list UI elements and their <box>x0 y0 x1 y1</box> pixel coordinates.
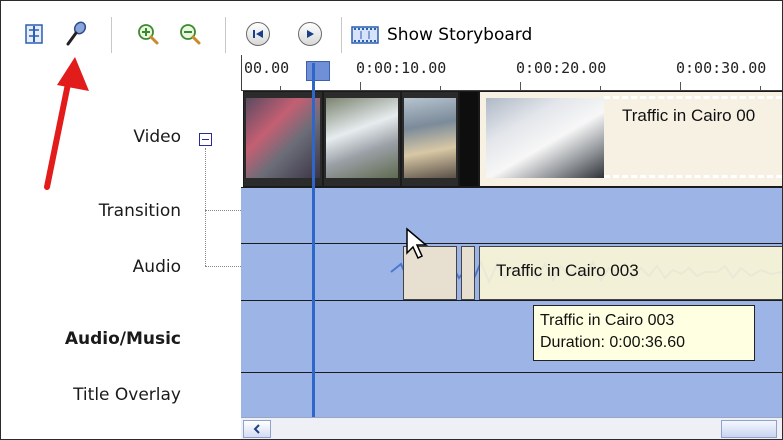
video-thumbnail <box>326 98 398 178</box>
chevron-left-icon <box>253 424 260 434</box>
play-icon <box>307 30 314 38</box>
storyboard-label: Show Storyboard <box>387 25 533 45</box>
ruler-tick <box>520 82 521 90</box>
timeline-toolbar: Show Storyboard <box>1 1 782 55</box>
video-clip[interactable] <box>323 91 401 187</box>
audio-track[interactable]: Traffic in Cairo 003 <box>241 244 782 301</box>
tooltip-clip-name: Traffic in Cairo 003 <box>540 312 675 329</box>
rewind-button[interactable] <box>245 21 271 47</box>
ruler-tick <box>600 86 601 90</box>
ruler-tick <box>680 82 681 90</box>
mouse-cursor-icon <box>406 227 429 260</box>
time-ruler[interactable]: 00.00 0:00:10.00 0:00:20.00 0:00:30.00 <box>241 55 782 91</box>
collapse-video-track-button[interactable] <box>199 133 212 146</box>
transition-track-label: Transition <box>98 201 181 221</box>
video-thumbnail <box>486 98 604 178</box>
title-overlay-track-label: Title Overlay <box>73 385 181 405</box>
ruler-label: 0:00:20.00 <box>516 59 607 77</box>
storyboard-icon <box>351 26 379 44</box>
clip-tooltip: Traffic in Cairo 003 Duration: 0:00:36.6… <box>533 305 755 361</box>
timeline-area[interactable]: 00.00 0:00:10.00 0:00:20.00 0:00:30.00 T… <box>241 55 782 439</box>
ruler-tick <box>360 82 361 90</box>
play-button[interactable] <box>297 21 323 47</box>
transition-track[interactable] <box>241 188 782 244</box>
audio-levels-icon <box>25 24 43 44</box>
show-storyboard-button[interactable]: Show Storyboard <box>351 21 532 49</box>
zoom-in-icon <box>138 24 159 45</box>
zoom-out-icon <box>180 24 201 45</box>
audio-clip-title: Traffic in Cairo 003 <box>496 261 639 280</box>
video-track-label: Video <box>133 127 181 147</box>
video-clip[interactable]: Traffic in Cairo 00 <box>479 91 782 187</box>
ruler-label: 0:00:30.00 <box>676 59 767 77</box>
video-thumbnail <box>404 98 456 178</box>
video-clip[interactable] <box>401 91 459 187</box>
scroll-thumb[interactable] <box>721 420 777 438</box>
scroll-left-button[interactable] <box>243 420 271 438</box>
clip-dashed-border <box>604 96 782 99</box>
set-audio-levels-button[interactable] <box>21 21 47 47</box>
video-clip-title: Traffic in Cairo 00 <box>622 106 756 125</box>
video-clip[interactable] <box>459 91 479 187</box>
ruler-tick <box>280 86 281 90</box>
microphone-icon <box>66 21 87 46</box>
video-thumbnail <box>246 98 320 178</box>
audio-track-label: Audio <box>132 257 181 277</box>
toolbar-separator <box>341 17 342 53</box>
tooltip-duration: Duration: 0:00:36.60 <box>540 334 685 351</box>
movie-maker-timeline-window: Show Storyboard Video Transition Audio A… <box>0 0 783 440</box>
narrate-timeline-button[interactable] <box>63 21 89 47</box>
tree-connector <box>205 266 241 267</box>
ruler-tick <box>760 86 761 90</box>
clip-dashed-border <box>604 175 782 178</box>
tree-connector <box>205 148 206 266</box>
toolbar-separator <box>111 17 112 53</box>
audio-music-track-label: Audio/Music <box>64 329 181 349</box>
tree-connector <box>205 210 241 211</box>
track-labels-panel: Video Transition Audio Audio/Music Title… <box>1 55 241 439</box>
rewind-icon <box>253 30 263 38</box>
ruler-tick <box>440 86 441 90</box>
ruler-label: 00.00 <box>244 59 290 77</box>
toolbar-separator <box>225 17 226 53</box>
audio-clip[interactable]: Traffic in Cairo 003 <box>479 246 782 300</box>
horizontal-scrollbar[interactable] <box>241 417 782 439</box>
playhead-marker[interactable] <box>306 61 330 81</box>
zoom-in-button[interactable] <box>135 21 161 47</box>
title-overlay-track[interactable] <box>241 373 782 421</box>
video-track[interactable]: Traffic in Cairo 00 <box>241 91 782 188</box>
audio-clip[interactable] <box>461 246 475 300</box>
playhead-line[interactable] <box>312 63 315 435</box>
video-clip[interactable] <box>243 91 323 187</box>
zoom-out-button[interactable] <box>177 21 203 47</box>
ruler-label: 0:00:10.00 <box>356 59 447 77</box>
